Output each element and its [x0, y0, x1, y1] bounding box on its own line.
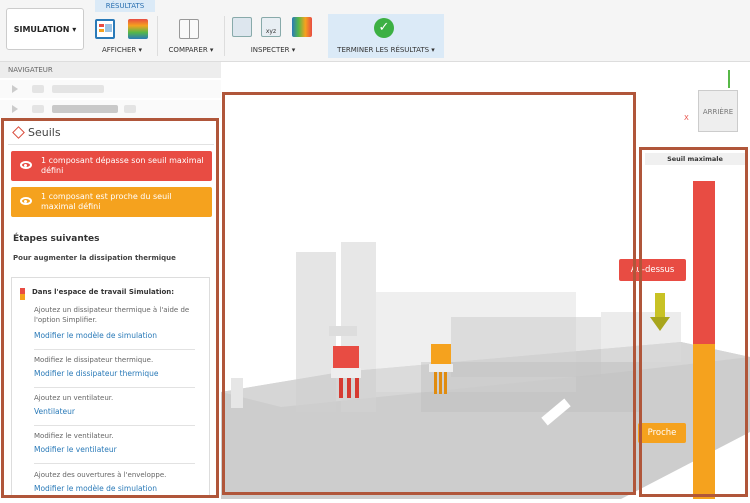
divider: [34, 425, 195, 426]
increase-dissipation-heading: Pour augmenter la dissipation thermique: [13, 254, 176, 262]
workspace-heading: Dans l'espace de travail Simulation:: [32, 288, 175, 296]
divider: [34, 349, 195, 350]
near-alert[interactable]: 1 composant est proche du seuil maximal …: [11, 187, 212, 217]
compare-label: COMPARER ▾: [168, 46, 214, 54]
navigator-header: NAVIGATEUR: [0, 62, 221, 78]
panel-title: Seuils: [12, 126, 61, 139]
toolbar-divider: [157, 16, 158, 56]
threshold-arrow-icon: [655, 293, 665, 317]
node-icon: [32, 85, 44, 93]
viewcube[interactable]: ARRIÈRE X: [684, 70, 742, 138]
expand-icon[interactable]: [12, 85, 18, 93]
near-alert-text: 1 composant est proche du seuil maximal …: [41, 192, 172, 211]
suggestions-box: Dans l'espace de travail Simulation: Ajo…: [11, 277, 210, 496]
compare-icon: [179, 19, 199, 39]
inspect-label: INSPECTER ▾: [250, 46, 296, 54]
thresholds-panel: Seuils 1 composant dépasse son seuil max…: [4, 120, 218, 496]
edit-heatsink-link[interactable]: Modifier le dissipateur thermique: [34, 369, 158, 378]
eye-icon[interactable]: [20, 161, 32, 169]
workspace-switcher-button[interactable]: SIMULATION ▾: [6, 8, 84, 50]
inspect-group[interactable]: xyz INSPECTER ▾: [228, 14, 318, 58]
display-icon: [95, 19, 115, 39]
suggestion-text: Ajoutez des ouvertures à l'enveloppe.: [34, 471, 167, 479]
near-threshold-tag: Proche: [638, 423, 686, 443]
ribbon-toolbar: SIMULATION ▾ RÉSULTATS AFFICHER ▾ COMPAR…: [0, 0, 750, 62]
divider: [34, 387, 195, 388]
finish-label: TERMINER LES RÉSULTATS ▾: [337, 46, 435, 54]
legend-title: Seuil maximale: [645, 153, 745, 165]
legend-near-bar: [693, 344, 715, 499]
probe-icon: [232, 17, 252, 37]
edit-simulation-model-link[interactable]: Modifier le modèle de simulation: [34, 331, 157, 340]
checkmark-icon: ✓: [374, 18, 394, 38]
edit-simulation-model-link[interactable]: Modifier le modèle de simulation: [34, 484, 157, 493]
tab-results[interactable]: RÉSULTATS: [95, 0, 155, 12]
fan-link[interactable]: Ventilateur: [34, 407, 75, 416]
toolbar-divider: [224, 16, 225, 56]
node-label: [52, 85, 104, 93]
y-axis-icon: [728, 70, 730, 88]
suggestion-text: Ajoutez un ventilateur.: [34, 394, 114, 402]
edit-fan-link[interactable]: Modifier le ventilateur: [34, 445, 117, 454]
x-axis-label: X: [684, 114, 689, 122]
visibility-icon[interactable]: [124, 105, 136, 113]
cube-icon: [292, 17, 312, 37]
finish-results-button[interactable]: ✓ TERMINER LES RÉSULTATS ▾: [328, 14, 444, 58]
compare-group[interactable]: COMPARER ▾: [162, 14, 220, 58]
display-group[interactable]: AFFICHER ▾: [92, 14, 152, 58]
xyz-probe-icon: xyz: [261, 17, 281, 37]
expand-icon[interactable]: [12, 105, 18, 113]
divider: [34, 463, 195, 464]
above-threshold-tag: Au-dessus: [619, 259, 686, 281]
warning-icon: [12, 126, 25, 139]
eye-icon[interactable]: [20, 197, 32, 205]
panel-title-text: Seuils: [28, 126, 61, 139]
legend-above-bar: [693, 181, 715, 344]
next-steps-heading: Étapes suivantes: [13, 234, 100, 244]
suggestion-text: Modifiez le dissipateur thermique.: [34, 356, 154, 364]
exceed-alert-text: 1 composant dépasse son seuil maximal dé…: [41, 156, 204, 175]
viewcube-face[interactable]: ARRIÈRE: [698, 90, 738, 132]
status-color-icon: [20, 288, 25, 300]
legend-icon: [128, 19, 148, 39]
suggestion-text: Modifiez le ventilateur.: [34, 432, 114, 440]
node-label: [52, 105, 118, 113]
display-label: AFFICHER ▾: [101, 46, 143, 54]
threshold-arrow-head: [650, 317, 670, 331]
node-icon: [32, 105, 44, 113]
divider: [8, 144, 214, 145]
exceed-alert[interactable]: 1 composant dépasse son seuil maximal dé…: [11, 151, 212, 181]
browser-node[interactable]: [0, 80, 221, 98]
suggestion-text: Ajoutez un dissipateur thermique à l'aid…: [34, 306, 190, 324]
browser-node[interactable]: [0, 100, 221, 118]
